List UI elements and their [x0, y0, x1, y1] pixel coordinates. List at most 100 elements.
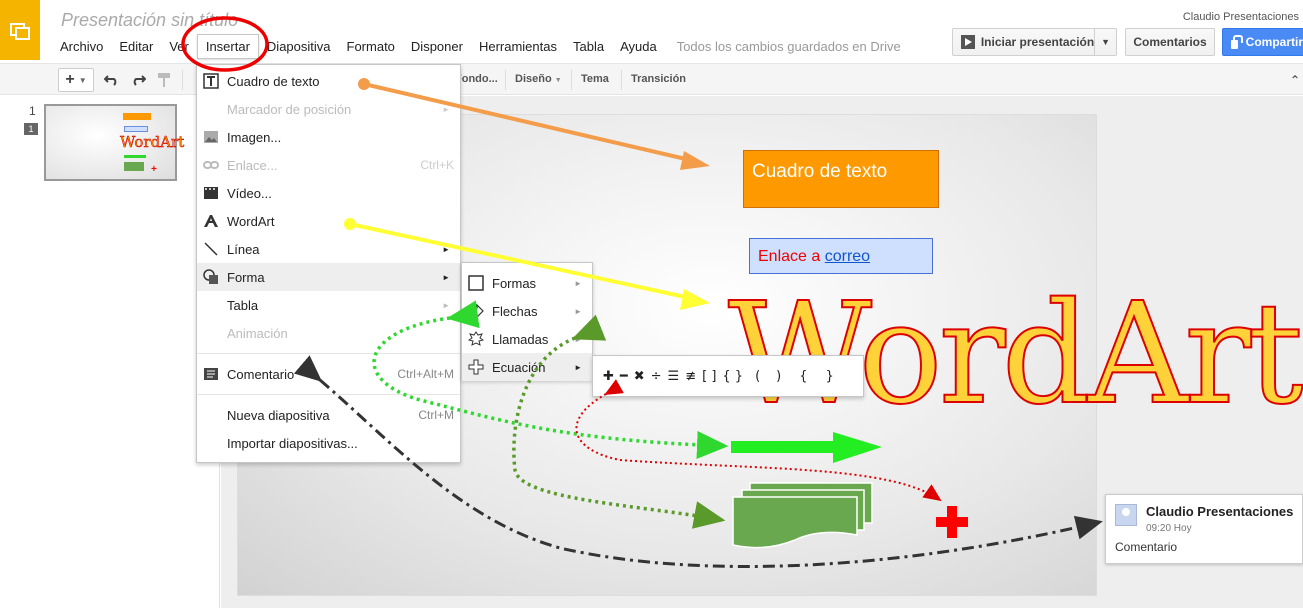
- menu-item-label: Enlace...: [227, 157, 278, 173]
- menu-item-animation: Animación: [197, 319, 460, 347]
- menu-disponer[interactable]: Disponer: [403, 35, 471, 58]
- toolbar-separator: [182, 70, 183, 90]
- equation-brackets-icon[interactable]: [ ]: [702, 369, 716, 384]
- menu-item-video[interactable]: Vídeo...: [197, 179, 460, 207]
- menu-item-label: Imagen...: [227, 129, 282, 145]
- menu-archivo[interactable]: Archivo: [52, 35, 111, 58]
- start-presentation-button[interactable]: Iniciar presentación ▼: [952, 28, 1117, 56]
- menu-item-label: Nueva diapositiva: [227, 407, 330, 423]
- avatar: [1115, 504, 1137, 526]
- equation-divide-icon[interactable]: ÷: [651, 369, 662, 384]
- comment-icon: [203, 366, 219, 382]
- equation-plus-icon[interactable]: ✚: [603, 369, 614, 384]
- link-prefix: Enlace a: [758, 248, 825, 265]
- equation-right-paren-icon[interactable]: ): [776, 369, 781, 384]
- document-title[interactable]: Presentación sin título: [61, 10, 238, 31]
- menu-item-comment[interactable]: Comentario Ctrl+Alt+M: [197, 360, 460, 388]
- submenu-arrow-icon: ►: [574, 278, 582, 288]
- user-name[interactable]: Claudio Presentaciones: [1183, 11, 1299, 23]
- comment-card[interactable]: Claudio Presentaciones 09:20 Hoy Comenta…: [1105, 494, 1303, 564]
- chevron-down-icon: ▼: [78, 75, 87, 85]
- square-icon: [468, 275, 484, 291]
- menu-diapositiva[interactable]: Diapositiva: [259, 35, 339, 58]
- new-slide-button[interactable]: + ▼: [58, 68, 94, 92]
- submenu-arrow-icon: ►: [574, 362, 582, 372]
- menu-item-image[interactable]: Imagen...: [197, 123, 460, 151]
- menu-editar[interactable]: Editar: [111, 35, 161, 58]
- submenu-item-label: Formas: [492, 275, 537, 291]
- menu-item-label: WordArt: [227, 213, 275, 229]
- equation-minus-icon[interactable]: ━: [620, 369, 628, 384]
- equation-right-brace-icon[interactable]: }: [826, 369, 834, 384]
- equation-braces-icon[interactable]: { }: [722, 369, 743, 384]
- slide-textbox[interactable]: Cuadro de texto: [743, 150, 939, 208]
- slide-thumbnail[interactable]: WordArt +: [44, 104, 184, 181]
- layout-button[interactable]: Diseño ▼: [515, 73, 562, 85]
- menu-item-label: Marcador de posición: [227, 101, 352, 117]
- chevron-down-icon: ▼: [554, 77, 562, 84]
- paint-format-icon[interactable]: [154, 68, 174, 92]
- submenu-arrow-icon: ►: [442, 104, 450, 114]
- menu-herramientas[interactable]: Herramientas: [471, 35, 565, 58]
- thumb-shape: [124, 162, 144, 171]
- submenu-item-callouts[interactable]: Llamadas ►: [462, 325, 592, 353]
- text-box-icon: [203, 73, 219, 89]
- menu-item-table[interactable]: Tabla ►: [197, 291, 460, 319]
- thumb-arrow: [124, 155, 146, 158]
- equation-left-brace-icon[interactable]: {: [799, 369, 807, 384]
- submenu-arrow-icon: ►: [574, 306, 582, 316]
- comments-button[interactable]: Comentarios: [1125, 28, 1215, 56]
- play-icon: [961, 35, 975, 49]
- menu-item-label: Importar diapositivas...: [227, 435, 358, 451]
- undo-icon[interactable]: [102, 68, 122, 92]
- chevron-down-icon[interactable]: ▼: [1094, 29, 1116, 55]
- background-button[interactable]: Fondo...: [455, 73, 498, 85]
- slide-link-box[interactable]: Enlace a correo: [749, 238, 933, 274]
- menu-item-label: Animación: [227, 325, 288, 341]
- layout-label: Diseño: [515, 73, 552, 85]
- link-icon: [203, 157, 219, 173]
- share-button[interactable]: Compartir: [1222, 28, 1303, 56]
- submenu-item-label: Llamadas: [492, 331, 549, 347]
- menu-insertar[interactable]: Insertar: [196, 33, 259, 59]
- thumb-textbox: [123, 113, 151, 120]
- share-label: Compartir: [1245, 35, 1303, 49]
- comment-author: Claudio Presentaciones: [1146, 504, 1294, 519]
- menu-item-label: Comentario: [227, 366, 295, 382]
- menu-tabla[interactable]: Tabla: [565, 35, 612, 58]
- menu-item-import-slides[interactable]: Importar diapositivas...: [197, 429, 460, 457]
- callout-icon: [468, 331, 484, 347]
- collapse-icon[interactable]: ⌃: [1290, 73, 1300, 87]
- transition-button[interactable]: Transición: [631, 73, 686, 85]
- slide-number: 1: [29, 104, 36, 118]
- equation-not-equal-icon[interactable]: ≢: [685, 369, 696, 384]
- arrow-icon: [468, 303, 484, 319]
- submenu-item-arrows[interactable]: Flechas ►: [462, 297, 592, 325]
- toolbar-separator: [571, 70, 572, 90]
- toolbar-separator: [505, 70, 506, 90]
- redo-icon[interactable]: [128, 68, 148, 92]
- menu-ver[interactable]: Ver: [161, 35, 197, 58]
- menu-item-shape[interactable]: Forma ►: [197, 263, 460, 291]
- shape-icon: [203, 269, 219, 285]
- menu-item-line[interactable]: Línea ►: [197, 235, 460, 263]
- menu-item-new-slide[interactable]: Nueva diapositiva Ctrl+M: [197, 401, 460, 429]
- wordart-icon: [203, 213, 219, 229]
- equation-multiply-icon[interactable]: ✖: [634, 369, 645, 384]
- theme-button[interactable]: Tema: [581, 73, 609, 85]
- email-link[interactable]: correo: [825, 248, 870, 265]
- slides-logo[interactable]: [0, 0, 40, 60]
- menu-formato[interactable]: Formato: [339, 35, 403, 58]
- shape-submenu: Formas ► Flechas ► Llamadas ► Ecuación ►: [461, 262, 593, 381]
- menu-separator: [197, 394, 460, 395]
- menu-item-wordart[interactable]: WordArt: [197, 207, 460, 235]
- equation-equal-icon[interactable]: ☰: [668, 369, 680, 384]
- submenu-item-shapes[interactable]: Formas ►: [462, 269, 592, 297]
- slide-badge: 1: [24, 123, 38, 135]
- submenu-item-label: Flechas: [492, 303, 538, 319]
- image-icon: [203, 129, 219, 145]
- menu-item-textbox[interactable]: Cuadro de texto: [197, 67, 460, 95]
- equation-left-paren-icon[interactable]: (: [755, 369, 760, 384]
- submenu-item-equation[interactable]: Ecuación ►: [462, 353, 592, 381]
- menu-ayuda[interactable]: Ayuda: [612, 35, 665, 58]
